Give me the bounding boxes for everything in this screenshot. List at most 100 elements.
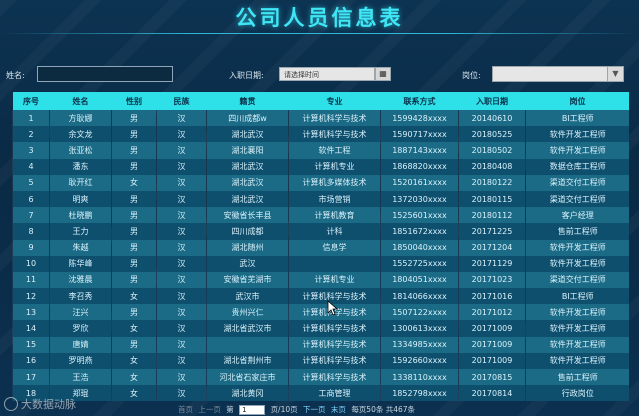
table-row[interactable]: 12 李召秀女汉武汉市 计算机科学与技术 1814066xxxx 20171016 BI工… (12, 288, 629, 305)
table-row[interactable]: 1 方耿娜男汉四川成都w 计算机科学与技术 1599428xxxx 20140610 BI… (12, 110, 629, 127)
table-cell: 女 (111, 320, 157, 337)
table-cell: 渠道交付工程师 (525, 174, 629, 191)
table-cell: 20171204 (458, 239, 526, 256)
table-cell: 6 (12, 190, 50, 208)
table-cell: 汉 (156, 304, 207, 321)
table-row[interactable]: 2 余文龙男汉湖北武汉 计算机科学与技术 1590717xxxx 20180525 软件开… (12, 126, 629, 143)
table-row[interactable]: 15 唐婧男汉 计算机科学与技术 1334985xxxx 20171009 软件开发工程师 (12, 336, 629, 353)
table-row[interactable]: 11 沈雅晨男汉安徽省芜湖市 计算机专业 1804051xxxx 20171023 渠道交… (12, 271, 629, 289)
table-cell: 渠道交付工程师 (525, 271, 629, 289)
table-row[interactable]: 3 张亚松男汉湖北襄阳 软件工程 1887143xxxx 20180502 软件开发工程师 (12, 142, 629, 159)
table-body: 1 方耿娜男汉四川成都w 计算机科学与技术 1599428xxxx 20140610 BI… (12, 110, 629, 402)
table-cell (206, 336, 289, 353)
table-cell: 10 (12, 255, 50, 272)
table-cell: 1851672xxxx (380, 223, 459, 240)
table-cell: 明爽 (49, 190, 112, 208)
mouse-cursor-icon (327, 300, 339, 316)
table-cell: 20180525 (458, 126, 526, 143)
table-cell: 唐婧 (49, 336, 112, 353)
table-cell: 女 (111, 385, 157, 402)
table-cell: 汉 (156, 385, 207, 402)
name-input[interactable] (37, 66, 173, 82)
position-select[interactable]: ▼ (492, 66, 624, 82)
table-cell: 计算机科学与技术 (288, 126, 381, 143)
table-cell: 20171009 (458, 336, 526, 353)
table-cell: 市场营销 (288, 190, 381, 208)
table-row[interactable]: 17 王浩女汉河北省石家庄市 计算机科学与技术 1338110xxxx 20170815… (12, 369, 629, 386)
table-cell: 20180408 (458, 158, 526, 175)
column-header: 入职日期 (476, 96, 508, 106)
table-cell: 计算机专业 (288, 271, 381, 289)
table-cell: 朱越 (49, 239, 112, 256)
table-cell: 汉 (156, 207, 207, 224)
page-prefix: 第 (226, 405, 234, 414)
table-cell: 男 (111, 207, 157, 224)
table-row[interactable]: 14 罗欣女汉湖北省武汉市 计算机科学与技术 1300613xxxx 20171009 软… (12, 320, 629, 337)
page-summary: 每页50条 共467条 (351, 405, 416, 414)
table-cell: 数据仓库工程师 (525, 158, 629, 175)
table-cell: 软件开发工程师 (525, 304, 629, 321)
table-cell: 汉 (156, 126, 207, 143)
table-cell: 2 (12, 126, 50, 143)
table-cell: 7 (12, 207, 50, 224)
column-header: 民族 (173, 96, 190, 106)
page-title: 公司人员信息表 (235, 6, 404, 30)
table-cell: 计算机科学与技术 (288, 110, 381, 127)
table-cell: 计算机科学与技术 (288, 320, 381, 337)
table-cell: 潘东 (49, 158, 112, 175)
page-number-input[interactable]: 1 (239, 405, 266, 415)
next-page-link[interactable]: 下一页 (303, 405, 326, 414)
table-cell: 计科 (288, 223, 381, 240)
table-cell: 软件开发工程师 (525, 320, 629, 337)
table-row[interactable]: 4 潘东男汉湖北武汉 计算机专业 1868820xxxx 20180408 数据仓库工程师 (12, 158, 629, 175)
table-cell: 20180502 (458, 142, 526, 159)
table-cell: 1552725xxxx (380, 255, 459, 272)
table-cell: 男 (111, 255, 157, 272)
table-cell: 汉 (156, 174, 207, 191)
table-row[interactable]: 18 郑琨女汉湖北黄冈 工商管理 1852798xxxx 20170814 行政岗位 (12, 385, 629, 402)
table-row[interactable]: 7 杜晓鹏男汉安徽省长丰县 计算机教育 1525601xxxx 20180112 客户经理 (12, 207, 629, 224)
table-cell: 计算机科学与技术 (288, 336, 381, 353)
column-header: 姓名 (72, 96, 89, 106)
last-page-link[interactable]: 末页 (331, 405, 346, 414)
prev-page-link[interactable]: 上一页 (198, 405, 221, 414)
table-cell: 1334985xxxx (380, 336, 459, 353)
table-cell: 售前工程师 (525, 369, 629, 386)
table-row[interactable]: 13汪兴男汉贵州兴仁计算机科学与技术1507122xxxx20171012软件开… (12, 304, 629, 321)
table-row[interactable]: 8 王力男汉四川成都 计科 1851672xxxx 20171225 售前工程师 (12, 223, 629, 240)
pagination: 首页 上一页 第 1 页/10页 下一页 末页 每页50条 共467条 (178, 404, 418, 416)
calendar-icon[interactable]: ▦ (375, 67, 391, 81)
table-cell: 20170814 (458, 385, 526, 402)
table-cell: 20170815 (458, 369, 526, 386)
table-cell: 1852798xxxx (380, 385, 459, 402)
table-cell: 20140610 (458, 110, 526, 127)
table-row[interactable]: 6 明爽男汉湖北武汉 市场营销 1372030xxxx 20180115 渠道交付工程师 (12, 190, 629, 208)
table-cell: 软件开发工程师 (525, 336, 629, 353)
table-row[interactable]: 16 罗明燕女汉湖北省荆州市 计算机科学与技术 1592660xxxx 20171009… (12, 352, 629, 369)
staff-table-container: 序号 姓名 性别 民族 籍贯 专业 联系方式 入职日期 岗位 1 方耿娜男汉四川成都w 计算机科学与… (12, 92, 629, 402)
table-cell: 汉 (156, 255, 207, 272)
table-cell: 王浩 (49, 369, 112, 386)
table-cell: 渠道交付工程师 (525, 190, 629, 208)
table-cell: 武汉 (206, 255, 289, 272)
table-cell: 女 (111, 352, 157, 369)
first-page-link[interactable]: 首页 (178, 405, 193, 414)
table-cell: 8 (12, 223, 50, 240)
column-header: 籍贯 (239, 96, 256, 106)
table-cell: 汉 (156, 336, 207, 353)
table-row[interactable]: 9 朱越男汉湖北随州 信息学 1850040xxxx 20171204 软件开发工程师 (12, 239, 629, 256)
table-cell: 20171016 (458, 288, 526, 305)
table-cell: 汉 (156, 110, 207, 127)
table-cell: 13 (12, 304, 50, 321)
table-cell: 16 (12, 352, 50, 369)
table-cell: BI工程师 (525, 288, 629, 305)
table-cell: 20171009 (458, 320, 526, 337)
table-cell: 汉 (156, 223, 207, 240)
table-cell: 售前工程师 (525, 223, 629, 240)
table-row[interactable]: 10 陈华峰男汉武汉 1552725xxxx 20171129 软件开发工程师 (12, 255, 629, 272)
table-row[interactable]: 5 耿开红女汉湖北武汉 计算机多媒体技术 1520161xxxx 20180122 渠道交… (12, 174, 629, 191)
table-cell: 汉 (156, 142, 207, 159)
date-picker-input[interactable]: 请选择时间 (279, 67, 375, 81)
table-cell: 女 (111, 288, 157, 305)
chevron-down-icon[interactable]: ▼ (607, 67, 623, 81)
